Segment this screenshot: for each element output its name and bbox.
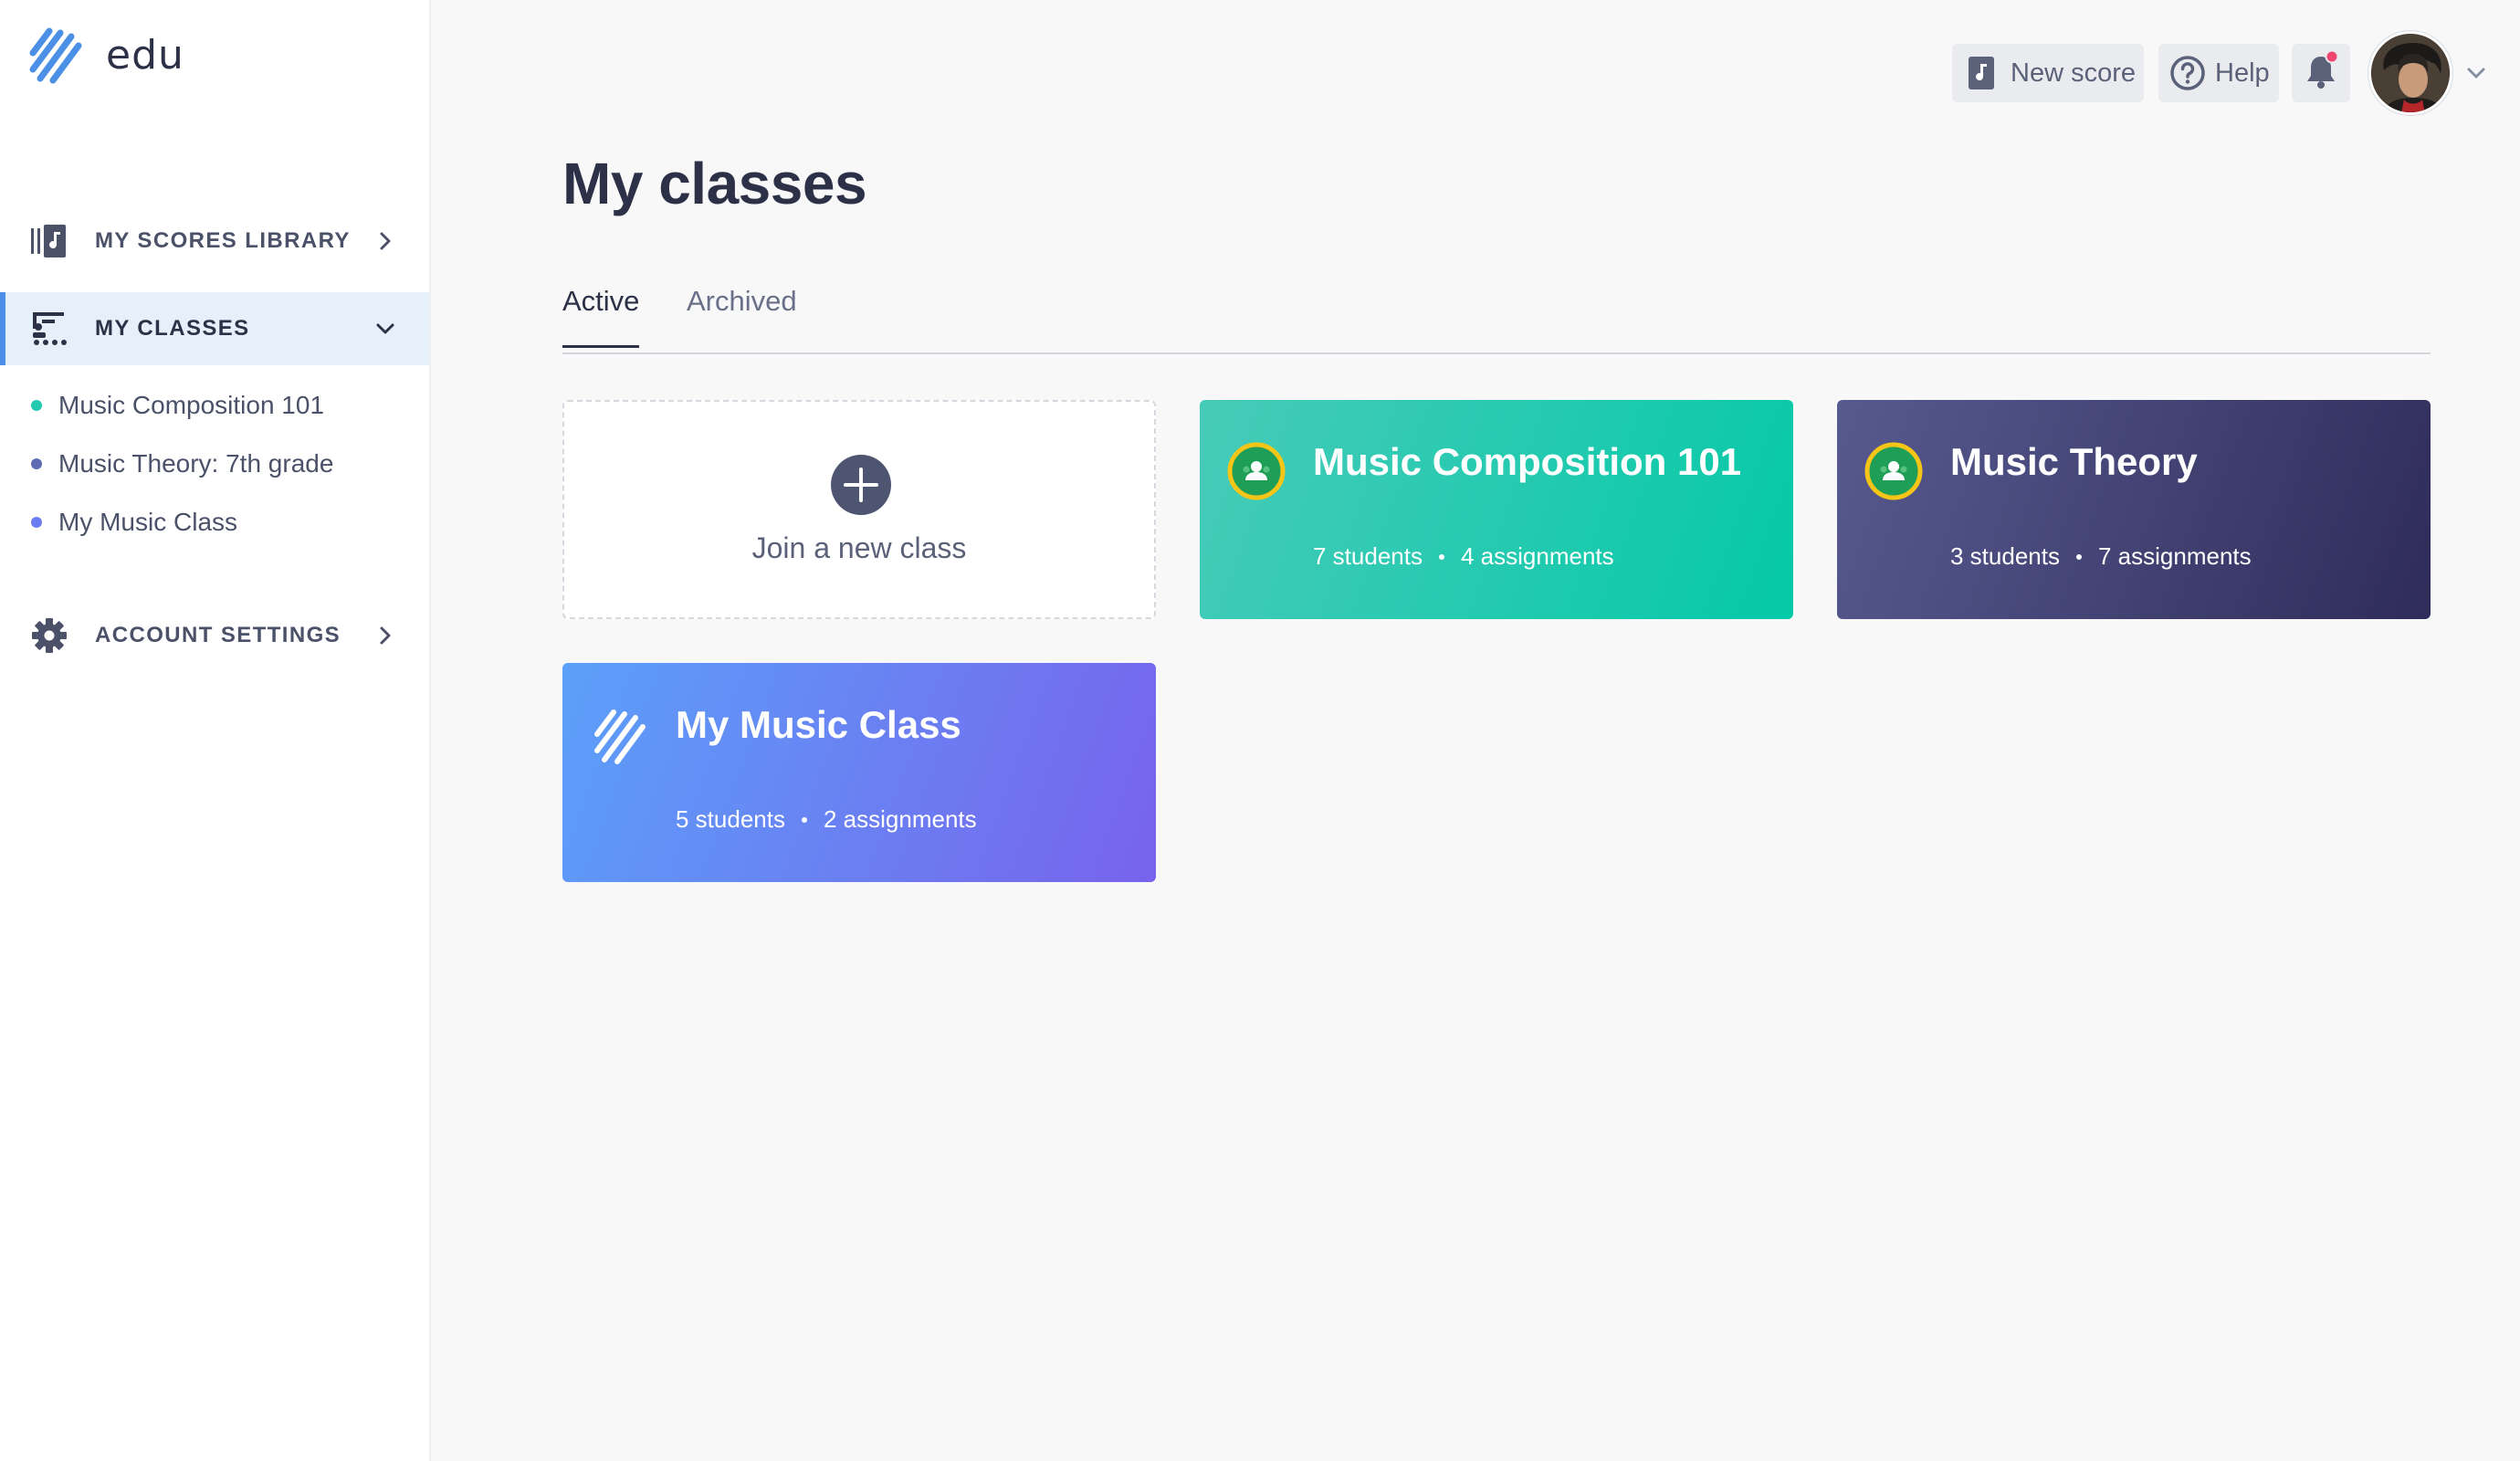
class-link-label: My Music Class	[58, 508, 238, 536]
join-class-label: Join a new class	[751, 531, 967, 564]
class-card[interactable]: Music Composition 101 7 students 4 assig…	[1200, 400, 1793, 619]
class-card-title: Music Theory	[1950, 440, 2198, 483]
class-card-meta: 5 students 2 assignments	[676, 805, 977, 834]
score-file-icon	[1969, 57, 1994, 89]
assignment-count: 7 assignments	[2097, 542, 2252, 570]
class-color-dot	[31, 400, 42, 411]
class-card[interactable]: My Music Class 5 students 2 assignments	[562, 663, 1156, 882]
class-card-title: My Music Class	[676, 703, 961, 746]
scores-library-icon	[31, 225, 66, 258]
chevron-down-icon[interactable]	[2465, 62, 2487, 84]
sidebar-item-label: MY SCORES LIBRARY	[95, 228, 351, 253]
sidebar-item-label: MY CLASSES	[95, 316, 250, 341]
student-count: 3 students	[1950, 542, 2060, 570]
class-card-title: Music Composition 101	[1313, 440, 1742, 483]
class-color-dot	[31, 517, 42, 528]
separator-dot	[801, 816, 807, 823]
app-logo[interactable]: edu	[27, 26, 184, 84]
logo-text: edu	[106, 31, 184, 79]
class-link-label: Music Theory: 7th grade	[58, 449, 334, 478]
tab-active[interactable]: Active	[562, 285, 640, 348]
chevron-right-icon	[380, 232, 391, 250]
sidebar-item-account-settings[interactable]: ACCOUNT SETTINGS	[0, 599, 429, 672]
join-class-card[interactable]: Join a new class	[562, 400, 1156, 619]
sidebar-class-item[interactable]: Music Composition 101	[0, 380, 429, 431]
assignment-count: 2 assignments	[823, 805, 977, 833]
sidebar-item-my-classes[interactable]: MY CLASSES	[0, 292, 429, 365]
assignment-count: 4 assignments	[1460, 542, 1614, 570]
sidebar-class-item[interactable]: My Music Class	[0, 497, 429, 548]
chevron-right-icon	[380, 626, 391, 645]
tab-bar: Active Archived	[562, 274, 2431, 354]
avatar[interactable]	[2368, 31, 2452, 115]
class-card-meta: 7 students 4 assignments	[1313, 542, 1614, 571]
class-card-meta: 3 students 7 assignments	[1950, 542, 2252, 571]
gear-icon	[32, 618, 67, 653]
plus-icon	[831, 455, 891, 515]
help-label: Help	[2215, 58, 2270, 88]
sidebar: edu MY SCORES LIBRARY MY CLASSES Music C…	[0, 0, 431, 1461]
help-button[interactable]: Help	[2158, 44, 2279, 102]
separator-dot	[1438, 553, 1444, 560]
edu-logo-icon	[594, 709, 646, 764]
sidebar-item-scores-library[interactable]: MY SCORES LIBRARY	[0, 205, 429, 278]
edu-logo-icon	[29, 27, 82, 84]
new-score-label: New score	[2011, 58, 2136, 88]
class-color-dot	[31, 458, 42, 469]
page-title: My classes	[562, 151, 867, 216]
student-count: 7 students	[1313, 542, 1423, 570]
google-classroom-icon	[1227, 442, 1286, 500]
notification-badge	[2325, 49, 2339, 64]
sidebar-item-label: ACCOUNT SETTINGS	[95, 623, 341, 647]
tab-archived[interactable]: Archived	[687, 285, 797, 345]
student-count: 5 students	[676, 805, 785, 833]
google-classroom-icon	[1864, 442, 1923, 500]
class-card[interactable]: Music Theory 3 students 7 assignments	[1837, 400, 2431, 619]
classes-icon	[33, 312, 67, 345]
help-icon	[2170, 56, 2205, 90]
new-score-button[interactable]: New score	[1952, 44, 2144, 102]
user-portrait-icon	[2371, 34, 2450, 112]
sidebar-class-item[interactable]: Music Theory: 7th grade	[0, 438, 429, 489]
separator-dot	[2075, 553, 2082, 560]
class-link-label: Music Composition 101	[58, 391, 325, 419]
bell-icon	[2307, 49, 2339, 89]
chevron-down-icon	[376, 323, 394, 334]
notifications-button[interactable]	[2292, 44, 2350, 102]
